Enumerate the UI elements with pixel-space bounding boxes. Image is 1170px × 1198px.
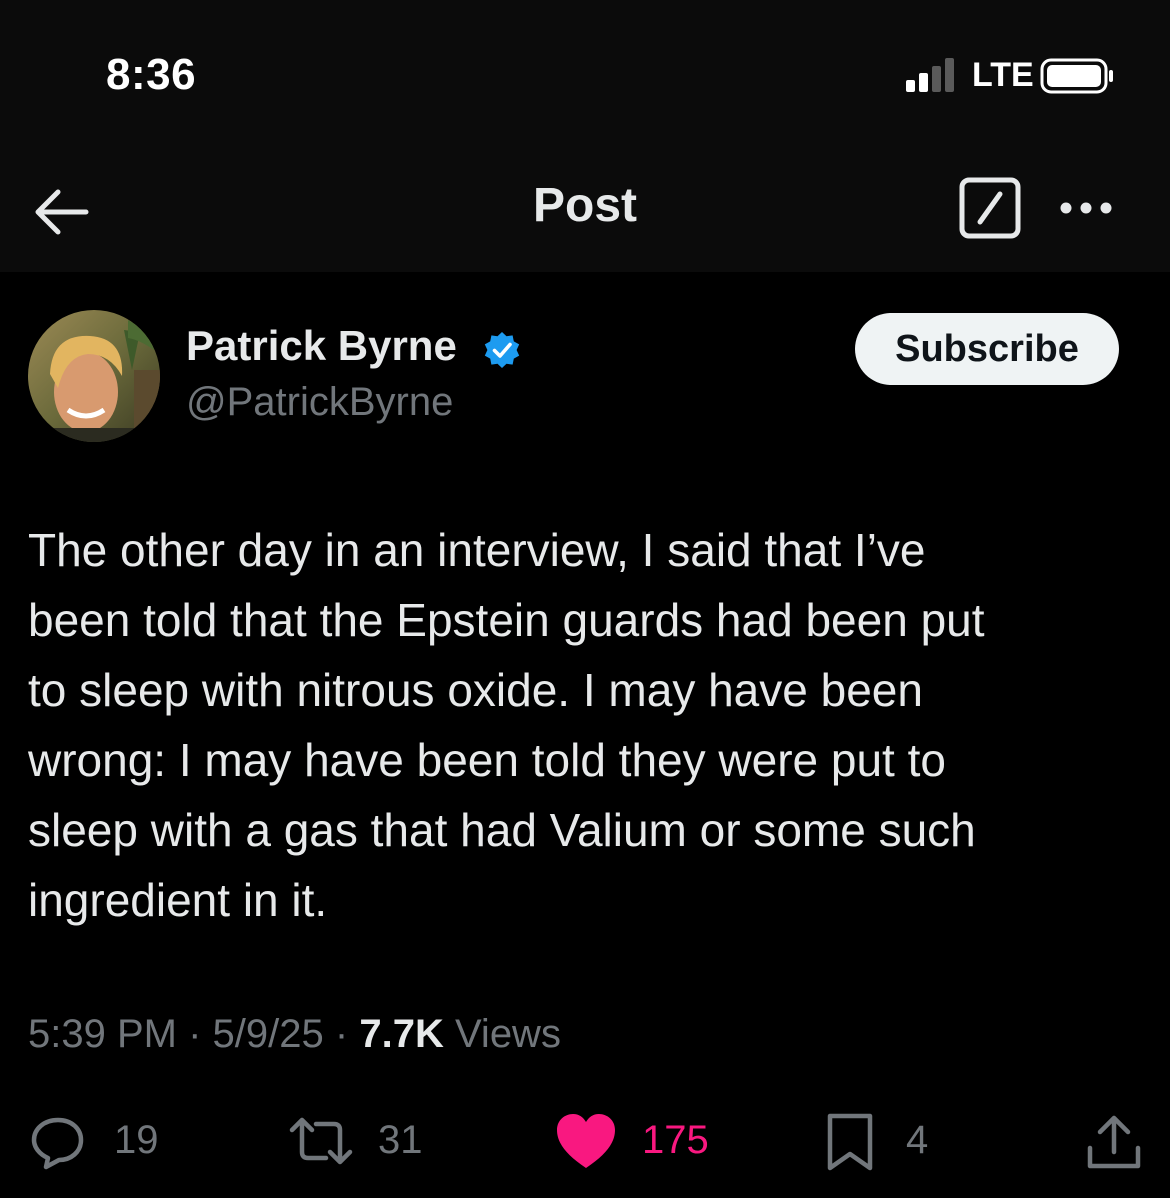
tweet-meta: 5:39 PM · 5/9/25 · 7.7K Views <box>28 1012 561 1057</box>
share-upload-icon <box>1087 1115 1141 1169</box>
tweet-date[interactable]: 5/9/25 <box>213 1012 324 1056</box>
tweet-text-line: been told that the Epstein guards had be… <box>28 594 985 646</box>
tweet-text-line: wrong: I may have been told they were pu… <box>28 734 946 786</box>
tweet-time[interactable]: 5:39 PM <box>28 1012 177 1056</box>
grok-slash-icon[interactable] <box>958 176 1022 240</box>
share-button[interactable] <box>1084 1112 1144 1172</box>
reply-button[interactable]: 19 <box>28 1112 168 1172</box>
repost-arrows-icon <box>289 1117 353 1165</box>
network-type: LTE <box>972 56 1034 94</box>
meta-separator: · <box>334 1012 349 1056</box>
heart-icon <box>557 1114 615 1168</box>
bookmark-count: 4 <box>906 1118 929 1162</box>
author-display-name[interactable]: Patrick Byrne <box>186 322 457 370</box>
tweet-text-line: The other day in an interview, I said th… <box>28 524 926 576</box>
signal-bars-icon <box>906 58 954 92</box>
tweet-text-line: ingredient in it. <box>28 874 328 926</box>
meta-separator: · <box>188 1012 202 1056</box>
tweet-text-line: to sleep with nitrous oxide. I may have … <box>28 664 923 716</box>
tweet-text-line: sleep with a gas that had Valium or some… <box>28 804 976 856</box>
avatar[interactable] <box>28 310 160 442</box>
action-bar: 19 31 175 4 <box>0 1100 1170 1190</box>
more-dots-icon[interactable] <box>1054 190 1118 226</box>
repost-count: 31 <box>378 1118 423 1162</box>
like-count: 175 <box>642 1118 709 1162</box>
bookmark-button[interactable]: 4 <box>826 1112 946 1172</box>
like-button[interactable]: 175 <box>555 1112 725 1172</box>
repost-button[interactable]: 31 <box>286 1112 436 1172</box>
tweet-text: The other day in an interview, I said th… <box>28 515 1138 935</box>
battery-icon <box>1040 58 1113 94</box>
bookmark-icon <box>827 1113 873 1171</box>
reply-bubble-icon <box>31 1117 84 1170</box>
status-bar: 8:36 LTE <box>0 0 1170 150</box>
subscribe-button[interactable]: Subscribe <box>855 313 1119 385</box>
status-time: 8:36 <box>106 50 197 99</box>
views-label: Views <box>454 1012 561 1056</box>
post-header: Post <box>0 150 1170 272</box>
author-handle[interactable]: @PatrickByrne <box>186 380 453 425</box>
reply-count: 19 <box>114 1118 159 1162</box>
verified-badge-icon <box>484 332 520 368</box>
views-count[interactable]: 7.7K <box>359 1012 444 1056</box>
